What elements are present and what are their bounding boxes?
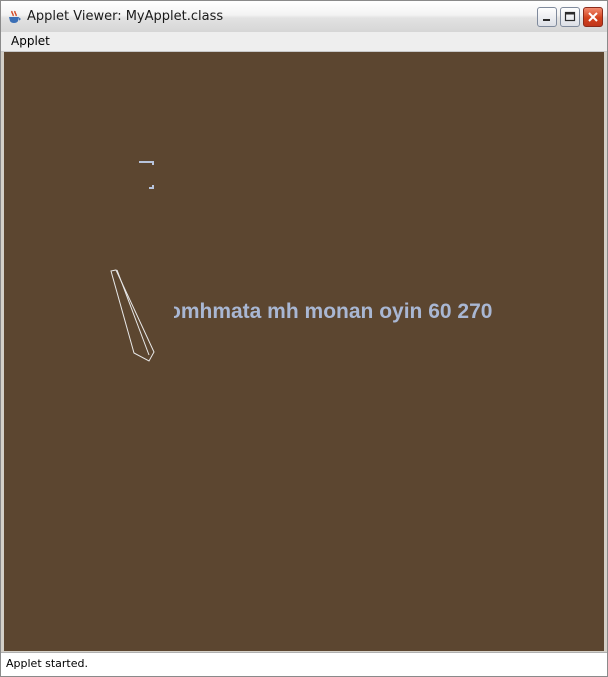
menu-applet[interactable]: Applet (5, 33, 56, 50)
status-text: Applet started. (6, 657, 88, 670)
menu-bar: Applet (1, 32, 607, 52)
java-cup-icon[interactable] (7, 9, 21, 23)
minimize-button[interactable] (537, 7, 557, 27)
close-button[interactable] (583, 7, 603, 27)
bracket-shape (139, 161, 154, 189)
window-title: Applet Viewer: MyApplet.class (27, 9, 224, 24)
title-bar[interactable]: Applet Viewer: MyApplet.class (1, 1, 607, 33)
applet-canvas[interactable]: omhmata mh monan oyin 60 270 (4, 52, 604, 651)
status-bar: Applet started. (1, 652, 607, 676)
close-icon (588, 12, 598, 22)
maximize-icon (564, 11, 576, 22)
applet-drawing (110, 161, 155, 362)
applet-drawn-text-content: omhmata mh monan oyin 60 270 (174, 300, 493, 323)
applet-viewer-window: Applet Viewer: MyApplet.class Applet omh… (0, 0, 608, 677)
minimize-icon (543, 19, 550, 21)
applet-drawn-text: omhmata mh monan oyin 60 270 (174, 300, 554, 324)
needle-shape (110, 269, 155, 362)
maximize-button[interactable] (560, 7, 580, 27)
